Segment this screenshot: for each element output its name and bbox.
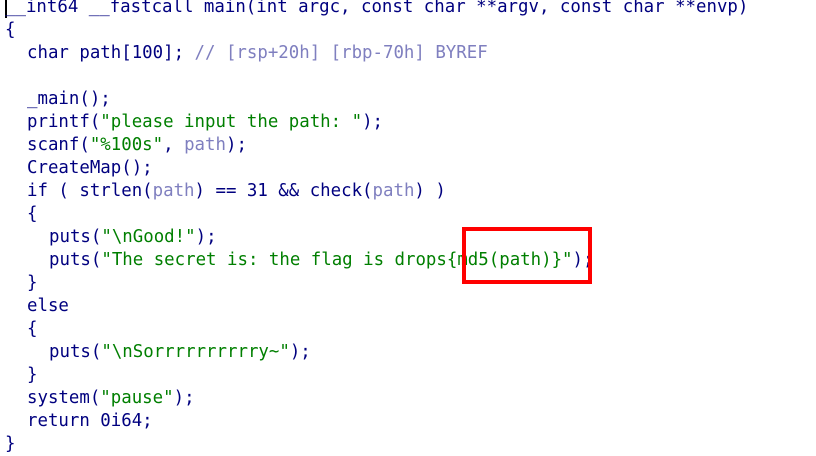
puts-good-end: ); [195, 227, 217, 247]
code-line-if[interactable]: if ( strlen(path) == 31 && check(path) ) [5, 180, 816, 203]
declaration-text: char path[100]; [27, 43, 195, 63]
brace-open-2: { [27, 319, 38, 339]
code-line-brace-open-1[interactable]: { [5, 203, 816, 226]
close-brace: } [5, 434, 16, 454]
code-line-system[interactable]: system("pause"); [5, 387, 816, 410]
system-end: ); [173, 388, 195, 408]
brace-close-2: } [27, 365, 38, 385]
code-line-open-brace[interactable]: { [5, 19, 816, 42]
if-end: ) ) [414, 181, 446, 201]
scanf-var: path [184, 135, 226, 155]
highlight-annotation-box [462, 227, 592, 284]
declaration-comment: // [rsp+20h] [rbp-70h] BYREF [194, 43, 488, 63]
puts-good-fn: puts( [49, 227, 102, 247]
brace-text: { [5, 20, 16, 40]
code-line-puts-sorry[interactable]: puts("\nSorrrrrrrrrry~"); [5, 341, 816, 364]
code-line-createmap[interactable]: CreateMap(); [5, 157, 816, 180]
code-line-brace-open-2[interactable]: { [5, 318, 816, 341]
puts-sorry-string: "\nSorrrrrrrrrry~" [101, 342, 290, 362]
return-statement: return 0i64; [27, 411, 153, 431]
system-string: "pause" [100, 388, 174, 408]
puts-secret-fn: puts( [49, 250, 102, 270]
brace-close-1: } [27, 273, 38, 293]
printf-string: "please input the path: " [100, 112, 363, 132]
scanf-end: ); [225, 135, 247, 155]
printf-end: ); [362, 112, 384, 132]
code-line-brace-close-1[interactable]: } [5, 272, 816, 295]
scanf-string: "%100s" [89, 135, 164, 155]
code-line-puts-good[interactable]: puts("\nGood!"); [5, 226, 816, 249]
puts-good-string: "\nGood!" [101, 227, 196, 247]
code-line-call-main[interactable]: _main(); [5, 88, 816, 111]
scanf-fn: scanf( [27, 135, 90, 155]
if-var1: path [152, 181, 195, 201]
scanf-sep: , [163, 135, 185, 155]
signature-text: __int64 __fastcall main(int argc, const … [5, 0, 749, 17]
system-fn: system( [27, 388, 101, 408]
code-line-else[interactable]: else [5, 295, 816, 318]
if-start: if ( strlen( [27, 181, 153, 201]
code-line-brace-close-2[interactable]: } [5, 364, 816, 387]
if-mid: ) == 31 && check( [194, 181, 373, 201]
pseudocode-view[interactable]: __int64 __fastcall main(int argc, const … [5, 0, 816, 456]
call-main-text: _main(); [27, 89, 111, 109]
code-line-printf[interactable]: printf("please input the path: "); [5, 111, 816, 134]
if-var2: path [372, 181, 415, 201]
createmap-text: CreateMap(); [27, 158, 153, 178]
else-keyword: else [27, 296, 69, 316]
function-signature[interactable]: __int64 __fastcall main(int argc, const … [5, 0, 816, 19]
code-line-close-brace[interactable]: } [5, 433, 816, 456]
puts-sorry-end: ); [289, 342, 311, 362]
code-line-puts-secret[interactable]: puts("The secret is: the flag is drops{m… [5, 249, 816, 272]
code-line-declaration[interactable]: char path[100]; // [rsp+20h] [rbp-70h] B… [5, 42, 816, 65]
puts-sorry-fn: puts( [49, 342, 102, 362]
printf-fn: printf( [27, 112, 101, 132]
code-line-blank[interactable] [5, 65, 816, 88]
brace-open-1: { [27, 204, 38, 224]
code-line-return[interactable]: return 0i64; [5, 410, 816, 433]
code-line-scanf[interactable]: scanf("%100s", path); [5, 134, 816, 157]
